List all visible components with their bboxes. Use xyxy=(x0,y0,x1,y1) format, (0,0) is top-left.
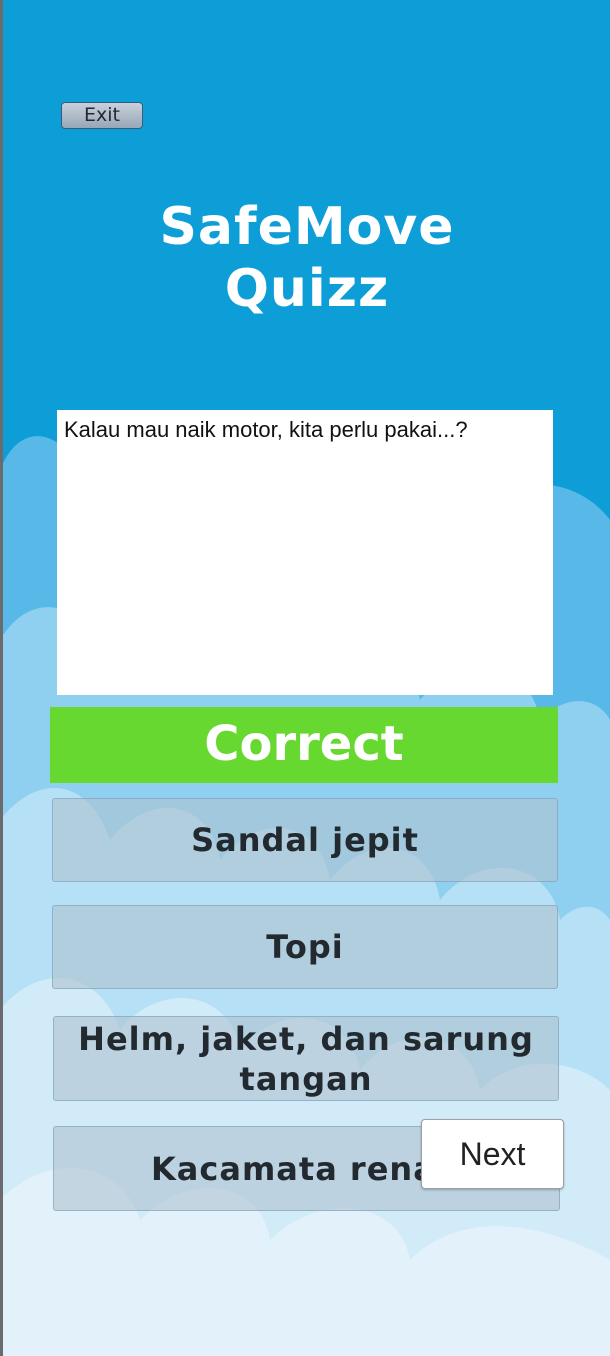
answer-option-1[interactable]: Sandal jepit xyxy=(52,798,558,882)
answer-option-3[interactable]: Helm, jaket, dan sarung tangan xyxy=(53,1016,559,1101)
answer-option-label: tangan xyxy=(239,1059,373,1098)
result-banner: Correct xyxy=(50,707,558,783)
question-text: Kalau mau naik motor, kita perlu pakai..… xyxy=(64,417,468,442)
answer-option-label: Helm, jaket, dan sarung xyxy=(78,1019,534,1058)
question-panel: Kalau mau naik motor, kita perlu pakai..… xyxy=(57,410,553,695)
answer-option-label: Sandal jepit xyxy=(191,821,419,859)
answer-option-label: Kacamata rena xyxy=(151,1149,436,1188)
answer-option-label: Topi xyxy=(266,928,344,966)
exit-button[interactable]: Exit xyxy=(61,102,143,129)
title-line-1: SafeMove xyxy=(159,197,455,257)
answer-option-2[interactable]: Topi xyxy=(52,905,558,989)
app-title: SafeMove Quizz xyxy=(0,196,610,320)
next-button[interactable]: Next xyxy=(421,1119,564,1189)
title-line-2: Quizz xyxy=(224,259,390,319)
